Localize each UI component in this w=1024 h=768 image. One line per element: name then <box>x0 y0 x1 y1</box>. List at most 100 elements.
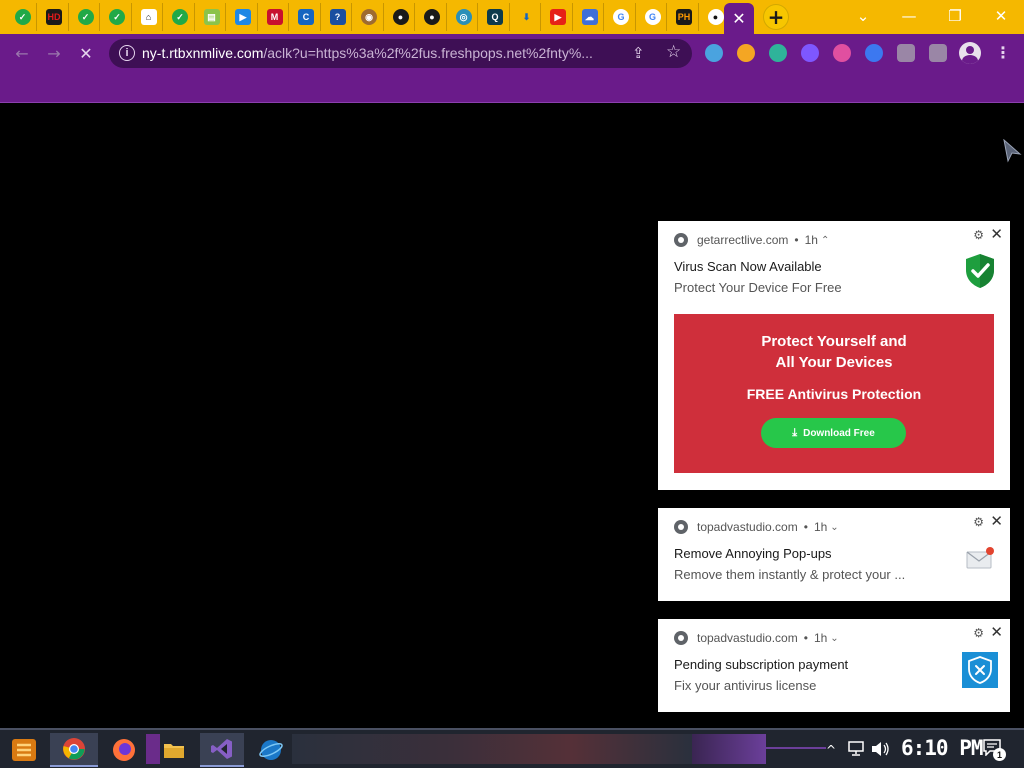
share-icon[interactable]: ⇪ <box>632 44 645 62</box>
tab-c[interactable]: C <box>293 3 321 31</box>
site-info-icon[interactable]: i <box>119 45 135 61</box>
tab-mcafee[interactable]: M <box>261 3 289 31</box>
expand-chevron-icon[interactable]: ⌄ <box>830 522 838 533</box>
tab-green-check-4-favicon-icon: ✓ <box>172 9 188 25</box>
close-tab-icon[interactable]: ✕ <box>732 9 745 28</box>
new-tab-button[interactable]: + <box>763 4 789 30</box>
notification-virus-scan[interactable]: getarrectlive.com • 1h ⌃ ⚙ ✕ Virus Scan … <box>658 221 1010 490</box>
back-button[interactable]: ← <box>9 40 35 66</box>
notification-title: Virus Scan Now Available <box>674 259 822 274</box>
taskbar-decoration <box>692 734 766 764</box>
notification-close-button[interactable]: ✕ <box>990 512 1003 530</box>
internet-explorer-taskbar-icon[interactable] <box>252 733 290 767</box>
tab-google-1[interactable]: G <box>608 3 636 31</box>
tab-c-favicon-icon: C <box>298 9 314 25</box>
taskbar-wallpaper-strip <box>292 734 692 764</box>
extension-5-icon[interactable] <box>833 44 851 62</box>
visual-studio-taskbar-icon[interactable] <box>200 733 244 767</box>
address-bar[interactable]: i ny-t.rtbxnmlive.com/aclk?u=https%3a%2f… <box>109 39 692 68</box>
firefox-icon <box>113 739 135 761</box>
tab-play[interactable]: ▶ <box>230 3 258 31</box>
collapse-chevron-icon[interactable]: ⌃ <box>821 235 829 246</box>
stop-loading-button[interactable]: ✕ <box>73 40 99 66</box>
url-host: ny-t.rtbxnmlive.com <box>142 45 264 61</box>
tab-youtube[interactable]: ▶ <box>545 3 573 31</box>
tab-search-button[interactable]: ⌄ <box>848 5 878 27</box>
profile-avatar[interactable] <box>959 42 981 64</box>
tab-home[interactable]: ⌂ <box>135 3 163 31</box>
tab-ph[interactable]: PH <box>671 3 699 31</box>
tab-globe[interactable]: ◉ <box>356 3 384 31</box>
notification-settings-icon[interactable]: ⚙ <box>973 515 984 529</box>
window-close-button[interactable]: ✕ <box>986 5 1016 27</box>
tab-dark-circle-favicon-icon: ● <box>707 9 724 25</box>
tab-earth-favicon-icon: ◎ <box>455 9 472 25</box>
globe-icon <box>259 740 283 760</box>
extension-4-icon[interactable] <box>801 44 819 62</box>
screen: ✓ HD ✓ ✓ ⌂ ✓ ▤ ▶ M C? ◉ ● ● ◎ Q ⬇ ▶ ☁ G G PH ● ✕ + ⌄ — ❐ ✕ ← … <box>0 0 1024 768</box>
network-icon[interactable] <box>847 741 865 757</box>
browser-toolbar: ← → ✕ i ny-t.rtbxnmlive.com/aclk?u=https… <box>0 34 1024 72</box>
file-explorer-taskbar-icon[interactable] <box>156 733 192 767</box>
start-button[interactable] <box>4 733 44 767</box>
tab-sheets[interactable]: ▤ <box>198 3 226 31</box>
active-tab[interactable]: ✕ <box>724 3 754 34</box>
tab-cloud[interactable]: ☁ <box>576 3 604 31</box>
tab-download[interactable]: ⬇ <box>513 3 541 31</box>
minimize-button[interactable]: — <box>894 5 924 27</box>
tab-google-1-favicon-icon: G <box>613 9 629 25</box>
tab-green-check-4[interactable]: ✓ <box>167 3 195 31</box>
tab-q[interactable]: Q <box>482 3 510 31</box>
tab-google-2[interactable]: G <box>639 3 667 31</box>
page-header-strip <box>0 72 1024 103</box>
notification-remove-popups[interactable]: topadvastudio.com • 1h ⌄ ⚙ ✕ Remove Anno… <box>658 508 1010 601</box>
tab-ph-favicon-icon: PH <box>676 9 692 25</box>
tab-play-favicon-icon: ▶ <box>235 9 251 25</box>
tab-github-1[interactable]: ● <box>387 3 415 31</box>
download-free-button[interactable]: ⤓ Download Free <box>761 418 906 448</box>
notification-header: topadvastudio.com • 1h ⌄ <box>674 631 839 645</box>
notification-site: topadvastudio.com <box>697 520 798 534</box>
tab-green-check-2-favicon-icon: ✓ <box>77 9 94 25</box>
tab-github-2[interactable]: ● <box>419 3 447 31</box>
extension-6-icon[interactable] <box>865 44 883 62</box>
firefox-taskbar-icon[interactable] <box>102 733 146 767</box>
url-path: /aclk?u=https%3a%2f%2fus.freshpops.net%2… <box>263 45 593 61</box>
download-free-label: Download Free <box>803 427 875 439</box>
taskbar-clock[interactable]: 6:10 PM <box>901 736 984 760</box>
expand-chevron-icon[interactable]: ⌄ <box>830 633 838 644</box>
separator-dot: • <box>803 631 808 645</box>
notification-close-button[interactable]: ✕ <box>990 623 1003 641</box>
url-text[interactable]: ny-t.rtbxnmlive.com/aclk?u=https%3a%2f%2… <box>142 45 622 61</box>
restore-button[interactable]: ❐ <box>940 5 970 27</box>
tab-hd[interactable]: HD <box>41 3 69 31</box>
tab-green-check-2[interactable]: ✓ <box>72 3 100 31</box>
folder-icon <box>164 744 184 758</box>
extensions-puzzle-icon[interactable] <box>897 44 915 62</box>
promo-banner[interactable]: Protect Yourself and All Your Devices FR… <box>674 314 994 473</box>
notification-site: topadvastudio.com <box>697 631 798 645</box>
notification-body: Remove them instantly & protect your ... <box>674 567 906 582</box>
action-center-button[interactable]: 1 <box>982 738 1006 761</box>
notification-pending-payment[interactable]: topadvastudio.com • 1h ⌄ ⚙ ✕ Pending sub… <box>658 619 1010 712</box>
volume-icon[interactable] <box>870 741 890 757</box>
tray-overflow-chevron[interactable]: ^ <box>824 733 838 767</box>
notification-body: Protect Your Device For Free <box>674 280 842 295</box>
tab-green-check-3[interactable]: ✓ <box>104 3 132 31</box>
notification-settings-icon[interactable]: ⚙ <box>973 228 984 242</box>
notification-close-button[interactable]: ✕ <box>990 225 1003 243</box>
tab-home-favicon-icon: ⌂ <box>140 9 157 25</box>
side-panel-icon[interactable] <box>929 44 947 62</box>
browser-menu-icon[interactable]: ⋮ <box>995 43 1011 62</box>
extension-2-icon[interactable] <box>737 44 755 62</box>
tab-mcafee-favicon-icon: M <box>266 9 283 25</box>
chrome-taskbar-icon[interactable] <box>50 733 98 767</box>
extension-3-icon[interactable] <box>769 44 787 62</box>
tab-question[interactable]: ? <box>324 3 352 31</box>
tab-green-check-1[interactable]: ✓ <box>9 3 37 31</box>
tab-earth[interactable]: ◎ <box>450 3 478 31</box>
bookmark-star-icon[interactable]: ☆ <box>666 42 681 62</box>
forward-button[interactable]: → <box>41 40 67 66</box>
extension-1-icon[interactable] <box>705 44 723 62</box>
notification-settings-icon[interactable]: ⚙ <box>973 626 984 640</box>
